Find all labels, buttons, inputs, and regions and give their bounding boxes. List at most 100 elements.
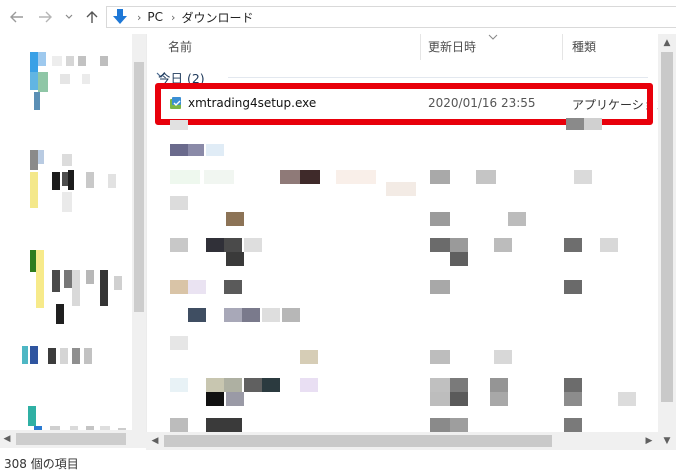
- list-item[interactable]: [584, 118, 602, 130]
- list-item[interactable]: [282, 308, 300, 322]
- vertical-scroll-thumb[interactable]: [661, 52, 673, 402]
- forward-button[interactable]: [34, 6, 56, 28]
- nav-item-label[interactable]: [68, 170, 74, 190]
- list-item[interactable]: [188, 308, 206, 322]
- nav-item-icon[interactable]: [30, 72, 38, 90]
- list-item[interactable]: [170, 170, 200, 184]
- scroll-left-icon[interactable]: ◀: [0, 430, 14, 448]
- back-button[interactable]: [6, 6, 28, 28]
- nav-item-label[interactable]: [52, 172, 60, 190]
- nav-item-label[interactable]: [60, 74, 70, 84]
- list-item[interactable]: [450, 252, 468, 266]
- list-item[interactable]: [170, 120, 188, 130]
- list-item[interactable]: [204, 170, 234, 184]
- list-item[interactable]: [170, 418, 188, 432]
- recent-locations-button[interactable]: [62, 6, 76, 28]
- nav-item-label[interactable]: [100, 56, 108, 66]
- nav-item-icon[interactable]: [30, 52, 38, 72]
- list-item[interactable]: [206, 392, 224, 406]
- nav-item-label[interactable]: [48, 348, 56, 364]
- list-item[interactable]: [242, 308, 260, 322]
- list-item[interactable]: [226, 392, 244, 406]
- list-item[interactable]: [262, 308, 280, 322]
- list-item[interactable]: [564, 418, 582, 432]
- list-item[interactable]: [206, 144, 224, 156]
- list-item[interactable]: [450, 238, 468, 252]
- nav-item-label[interactable]: [62, 192, 72, 212]
- nav-item-label[interactable]: [86, 172, 94, 188]
- list-item[interactable]: [508, 212, 526, 226]
- list-item[interactable]: [494, 238, 512, 252]
- list-item[interactable]: [618, 392, 636, 406]
- list-item[interactable]: [170, 238, 188, 252]
- navigation-pane-horizontal-scroll-thumb[interactable]: [16, 433, 126, 445]
- nav-item-label[interactable]: [86, 270, 94, 284]
- list-item[interactable]: [244, 238, 262, 252]
- nav-item-icon[interactable]: [28, 406, 36, 426]
- nav-item-label[interactable]: [78, 56, 86, 66]
- scroll-right-icon[interactable]: ▶: [642, 432, 656, 450]
- nav-item-label[interactable]: [72, 348, 80, 364]
- list-item[interactable]: [244, 378, 262, 392]
- list-item[interactable]: [574, 170, 592, 184]
- list-item[interactable]: [188, 144, 204, 156]
- column-header-date[interactable]: 更新日時: [428, 38, 476, 55]
- list-item[interactable]: [430, 392, 450, 406]
- nav-item-label[interactable]: [82, 74, 90, 84]
- nav-item-label[interactable]: [72, 270, 80, 306]
- nav-item-icon[interactable]: [34, 92, 40, 110]
- list-item[interactable]: [430, 170, 450, 184]
- nav-item-icon[interactable]: [30, 150, 38, 170]
- nav-item-icon[interactable]: [38, 72, 48, 92]
- list-item[interactable]: [430, 418, 450, 432]
- nav-item-icon[interactable]: [38, 52, 46, 66]
- list-item[interactable]: [566, 118, 584, 130]
- list-item[interactable]: [170, 144, 188, 156]
- list-item[interactable]: [430, 378, 450, 392]
- list-item[interactable]: [430, 238, 450, 252]
- scroll-left-icon[interactable]: ◀: [148, 432, 162, 450]
- list-item[interactable]: [170, 336, 188, 350]
- list-item[interactable]: [564, 280, 582, 294]
- list-item[interactable]: [564, 392, 582, 406]
- list-item[interactable]: [490, 378, 508, 392]
- nav-item-icon[interactable]: [30, 346, 38, 364]
- scroll-up-icon[interactable]: ▲: [658, 36, 676, 50]
- horizontal-scroll-thumb[interactable]: [164, 435, 552, 447]
- list-item[interactable]: [206, 418, 242, 432]
- list-item[interactable]: [206, 238, 224, 252]
- nav-item-icon[interactable]: [38, 150, 44, 164]
- list-item[interactable]: [430, 212, 450, 226]
- address-bar[interactable]: › PC › ダウンロード: [106, 6, 676, 28]
- column-header-type[interactable]: 種類: [572, 38, 596, 55]
- list-item[interactable]: [430, 280, 450, 294]
- scroll-down-icon[interactable]: ▼: [658, 432, 676, 450]
- nav-item-label[interactable]: [100, 270, 108, 306]
- nav-item-label[interactable]: [64, 270, 72, 288]
- list-item[interactable]: [224, 308, 242, 322]
- column-divider[interactable]: [562, 34, 563, 60]
- list-item[interactable]: [224, 280, 242, 294]
- column-header-name[interactable]: 名前: [168, 38, 192, 55]
- list-item[interactable]: [564, 238, 582, 252]
- list-item[interactable]: [224, 238, 242, 252]
- list-item[interactable]: [600, 238, 618, 252]
- list-item[interactable]: [262, 378, 280, 392]
- list-item[interactable]: [300, 378, 318, 392]
- nav-item-label[interactable]: [66, 56, 74, 66]
- list-item[interactable]: [206, 378, 224, 392]
- up-button[interactable]: [82, 6, 102, 28]
- list-item[interactable]: [188, 280, 206, 294]
- nav-item-icon[interactable]: [22, 346, 28, 364]
- nav-item-label[interactable]: [52, 56, 62, 66]
- list-item[interactable]: [450, 392, 468, 406]
- navigation-pane[interactable]: [0, 34, 147, 448]
- nav-item-label[interactable]: [56, 304, 64, 324]
- nav-item-icon[interactable]: [30, 172, 38, 208]
- nav-item-label[interactable]: [84, 348, 92, 364]
- nav-item-label[interactable]: [62, 154, 72, 166]
- list-item[interactable]: [336, 170, 376, 184]
- list-item[interactable]: [226, 252, 244, 266]
- nav-item-label[interactable]: [60, 348, 68, 364]
- breadcrumb-downloads[interactable]: ダウンロード: [181, 9, 253, 26]
